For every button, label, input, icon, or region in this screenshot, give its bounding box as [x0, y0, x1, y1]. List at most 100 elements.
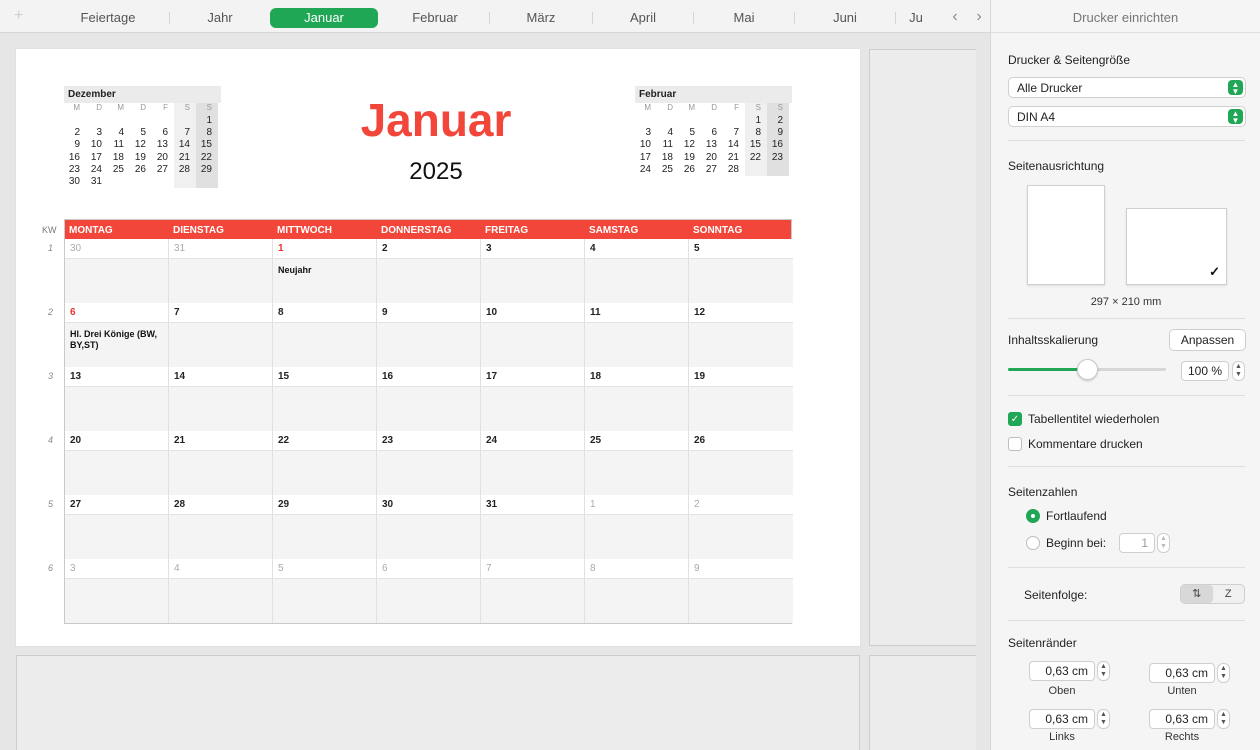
print-comments-checkbox[interactable]	[1008, 437, 1022, 451]
scaling-slider-thumb[interactable]	[1077, 359, 1098, 380]
tab-juni[interactable]: Juni	[795, 8, 895, 28]
page-order-segmented-control[interactable]: ⇅ Z	[1180, 584, 1245, 604]
printer-select[interactable]: Alle Drucker ▲ ▼	[1008, 77, 1246, 98]
week-number: 4	[48, 435, 54, 445]
day-cell[interactable]: 6 Hl. Drei Könige (BW, BY,ST)	[65, 303, 169, 367]
tab-feiertage[interactable]: Feiertage	[58, 8, 158, 28]
mini-day	[130, 115, 152, 127]
fit-button[interactable]: Anpassen	[1169, 329, 1246, 351]
day-cell[interactable]: 12	[689, 303, 793, 367]
day-cell[interactable]: 21	[169, 431, 273, 495]
scaling-stepper[interactable]: ▲ ▼	[1232, 361, 1245, 381]
day-cell[interactable]: 1 Neujahr	[273, 239, 377, 303]
start-at-field[interactable]: 1	[1119, 533, 1155, 553]
mini-day: 28	[727, 163, 739, 175]
mini-day: 4	[118, 127, 124, 139]
tab-april[interactable]: April	[593, 8, 693, 28]
day-cell[interactable]: 4	[169, 559, 273, 623]
day-cell[interactable]: 25	[585, 431, 689, 495]
weekday-header: SAMSTAG	[589, 225, 639, 236]
day-cell[interactable]: 31	[481, 495, 585, 559]
day-cell[interactable]: 13	[65, 367, 169, 431]
start-at-radio[interactable]	[1026, 536, 1040, 550]
day-cell[interactable]: 5	[273, 559, 377, 623]
mini-day: 21	[174, 151, 196, 164]
day-cell[interactable]: 29	[273, 495, 377, 559]
day-cell[interactable]: 24	[481, 431, 585, 495]
day-note	[377, 323, 480, 367]
plus-icon[interactable]: +	[14, 6, 32, 26]
tab-februar[interactable]: Februar	[381, 8, 489, 28]
day-cell[interactable]: 5	[689, 239, 793, 303]
day-cell[interactable]: 18	[585, 367, 689, 431]
day-cell[interactable]: 14	[169, 367, 273, 431]
day-cell[interactable]: 26	[689, 431, 793, 495]
margin-left-stepper[interactable]: ▲ ▼	[1097, 709, 1110, 729]
chevron-left-icon[interactable]: ‹	[946, 7, 964, 27]
day-cell[interactable]: 3	[65, 559, 169, 623]
repeat-headers-checkbox[interactable]: ✓	[1008, 412, 1022, 426]
continuous-label: Fortlaufend	[1046, 509, 1107, 523]
day-cell[interactable]: 2	[377, 239, 481, 303]
day-cell[interactable]: 8	[585, 559, 689, 623]
day-cell[interactable]: 30	[65, 239, 169, 303]
day-cell[interactable]: 10	[481, 303, 585, 367]
margin-left-field[interactable]: 0,63 cm	[1029, 709, 1095, 729]
day-cell[interactable]: 1	[585, 495, 689, 559]
document-canvas[interactable]: Dezember MDMDFSS 1 2 3 4 5 6 7 8 9 10 11 12 13 14 15 16…	[0, 33, 976, 750]
day-cell[interactable]: 28	[169, 495, 273, 559]
week-row: 27 28 29 30 31 1 2	[65, 495, 793, 559]
day-cell[interactable]: 22	[273, 431, 377, 495]
day-cell[interactable]: 23	[377, 431, 481, 495]
page-order-over-then-down-icon[interactable]: Z	[1213, 585, 1245, 603]
day-number: 15	[273, 367, 376, 387]
tab-märz[interactable]: März	[490, 8, 592, 28]
day-cell[interactable]: 31	[169, 239, 273, 303]
scaling-slider[interactable]	[1008, 359, 1166, 380]
day-cell[interactable]: 6	[377, 559, 481, 623]
tab-mai[interactable]: Mai	[694, 8, 794, 28]
portrait-option[interactable]	[1027, 185, 1105, 285]
day-cell[interactable]: 8	[273, 303, 377, 367]
tab-januar[interactable]: Januar	[270, 8, 378, 28]
continuous-radio[interactable]	[1026, 509, 1040, 523]
mini-calendar-days: 1 2 3 4 5 6 7 8 9 10 11 12 13 14 15 16 17 18 19 20 21 22 23 24 2…	[64, 115, 221, 189]
day-cell[interactable]: 7	[481, 559, 585, 623]
day-cell[interactable]: 7	[169, 303, 273, 367]
day-cell[interactable]: 17	[481, 367, 585, 431]
day-cell[interactable]: 2	[689, 495, 793, 559]
margin-right-field[interactable]: 0,63 cm	[1149, 709, 1215, 729]
day-number: 8	[585, 559, 688, 579]
day-note	[65, 387, 168, 431]
chevron-right-icon[interactable]: ›	[970, 7, 988, 27]
day-cell[interactable]: 27	[65, 495, 169, 559]
tab-separator	[895, 12, 896, 24]
day-cell[interactable]: 20	[65, 431, 169, 495]
day-cell[interactable]: 4	[585, 239, 689, 303]
day-cell[interactable]: 9	[377, 303, 481, 367]
margin-top-field[interactable]: 0,63 cm	[1029, 661, 1095, 681]
scaling-percent-field[interactable]: 100 %	[1181, 361, 1229, 381]
margin-bottom-field[interactable]: 0,63 cm	[1149, 663, 1215, 683]
tab-ju[interactable]: Ju	[896, 8, 936, 28]
margin-bottom-stepper[interactable]: ▲ ▼	[1217, 663, 1230, 683]
paper-size-select[interactable]: DIN A4 ▲ ▼	[1008, 106, 1246, 127]
tab-jahr[interactable]: Jahr	[170, 8, 270, 28]
start-at-stepper[interactable]: ▲ ▼	[1157, 533, 1170, 553]
mini-day	[657, 115, 679, 127]
day-cell[interactable]: 11	[585, 303, 689, 367]
landscape-option[interactable]: ✓	[1126, 208, 1227, 285]
day-cell[interactable]: 16	[377, 367, 481, 431]
month-calendar-table[interactable]: MONTAG DIENSTAG MITTWOCH DONNERSTAG FREITAG S…	[64, 219, 793, 624]
page-order-down-then-over-icon[interactable]: ⇅	[1181, 585, 1213, 603]
day-cell[interactable]: 3	[481, 239, 585, 303]
day-cell[interactable]: 19	[689, 367, 793, 431]
day-cell[interactable]: 9	[689, 559, 793, 623]
mini-day: 6	[711, 127, 717, 139]
day-cell[interactable]: 15	[273, 367, 377, 431]
margin-right-stepper[interactable]: ▲ ▼	[1217, 709, 1230, 729]
divider	[1008, 567, 1245, 568]
margin-top-stepper[interactable]: ▲ ▼	[1097, 661, 1110, 681]
day-cell[interactable]: 30	[377, 495, 481, 559]
week-number: 1	[48, 243, 54, 253]
